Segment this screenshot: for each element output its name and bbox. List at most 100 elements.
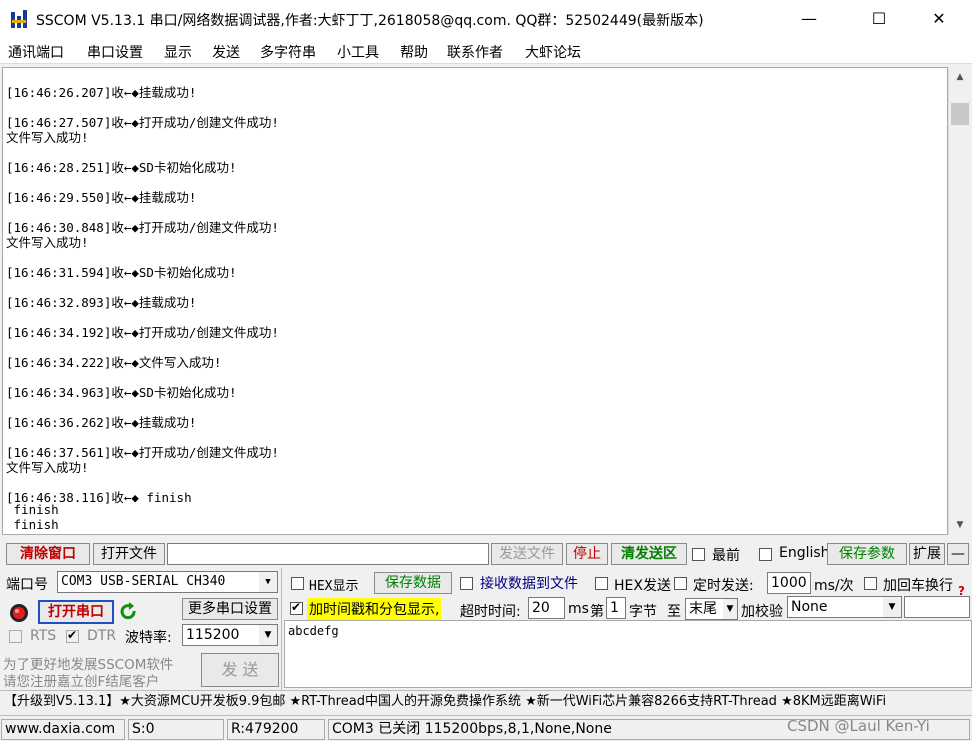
- open-file-button[interactable]: 打开文件: [93, 543, 165, 565]
- timeout-input[interactable]: 20: [528, 597, 565, 619]
- log-line: [16:46:31.594]收←◆SD卡初始化成功!: [6, 265, 237, 280]
- open-port-button[interactable]: 打开串口: [38, 600, 114, 624]
- log-scrollbar[interactable]: ▲ ▼: [948, 67, 970, 535]
- menu-tools[interactable]: 小工具: [337, 42, 379, 62]
- log-line: [16:46:34.192]收←◆打开成功/创建文件成功!: [6, 325, 279, 340]
- nth-byte-input[interactable]: 1: [606, 597, 626, 619]
- clear-send-button[interactable]: 清发送区: [611, 543, 687, 565]
- expand-button[interactable]: 扩展: [909, 543, 945, 565]
- log-line: 文件写入成功!: [6, 235, 89, 250]
- checksum-label: 加校验: [741, 604, 783, 620]
- hex-display-label: HEX显示: [309, 579, 359, 594]
- clear-window-button[interactable]: 清除窗口: [6, 543, 90, 565]
- close-button[interactable]: ✕: [916, 0, 962, 38]
- chevron-down-icon[interactable]: ▼: [259, 572, 277, 592]
- checksum-select[interactable]: None ▼: [787, 596, 902, 618]
- log-line: [16:46:34.222]收←◆文件写入成功!: [6, 355, 222, 370]
- hex-display-checkbox[interactable]: [291, 577, 304, 590]
- english-checkbox[interactable]: [759, 548, 772, 561]
- log-line: 文件写入成功!: [6, 460, 89, 475]
- log-line: [16:46:36.262]收←◆挂载成功!: [6, 415, 197, 430]
- timeout-unit: ms: [568, 601, 589, 617]
- add-crlf-label: 加回车换行: [883, 578, 953, 594]
- checksum-value: None: [791, 599, 828, 615]
- menu-comm-port[interactable]: 通讯端口: [8, 42, 64, 62]
- hex-send-label: HEX发送: [614, 578, 671, 594]
- scroll-down-icon[interactable]: ▼: [949, 515, 971, 535]
- timeout-label: 超时时间:: [460, 604, 521, 620]
- chevron-down-icon[interactable]: ▼: [723, 599, 737, 619]
- log-line: finish: [6, 502, 59, 517]
- log-line: finish: [6, 517, 59, 532]
- baud-value: 115200: [186, 627, 240, 643]
- refresh-icon[interactable]: [119, 602, 139, 622]
- send-textarea[interactable]: abcdefg: [284, 620, 972, 688]
- receive-log[interactable]: [16:46:26.207]收←◆挂载成功! [16:46:27.507]收←◆…: [2, 67, 948, 535]
- more-port-settings-button[interactable]: 更多串口设置: [182, 598, 278, 620]
- log-line: [16:46:29.550]收←◆挂载成功!: [6, 190, 197, 205]
- dtr-label: DTR: [87, 628, 117, 644]
- scroll-up-icon[interactable]: ▲: [949, 67, 971, 87]
- sscom-app-icon: [11, 10, 27, 28]
- send-button[interactable]: 发 送: [201, 653, 279, 687]
- save-data-button[interactable]: 保存数据: [374, 572, 452, 594]
- rts-label: RTS: [30, 628, 57, 644]
- port-status-indicator-icon: [10, 604, 28, 622]
- port-select[interactable]: COM3 USB-SERIAL CH340 ▼: [57, 571, 278, 593]
- end-value: 末尾: [689, 601, 717, 617]
- menu-forum[interactable]: 大虾论坛: [525, 42, 581, 62]
- recv-to-file-checkbox[interactable]: [460, 577, 473, 590]
- baud-select[interactable]: 115200 ▼: [182, 624, 278, 646]
- menu-bar: 通讯端口 串口设置 显示 发送 多字符串 小工具 帮助 联系作者 大虾论坛: [0, 38, 972, 64]
- website-link[interactable]: www.daxia.com: [1, 719, 125, 740]
- dtr-checkbox[interactable]: [66, 628, 79, 643]
- timed-send-checkbox[interactable]: [674, 577, 687, 590]
- send-file-button[interactable]: 发送文件: [491, 543, 563, 565]
- hex-send-checkbox[interactable]: [595, 577, 608, 590]
- checksum-extra-field[interactable]: [904, 596, 970, 618]
- file-path-input[interactable]: [167, 543, 489, 565]
- byte-label: 字节: [629, 604, 657, 620]
- scroll-thumb[interactable]: [951, 103, 969, 125]
- top-most-checkbox[interactable]: [692, 548, 705, 561]
- timestamp-label: 加时间戳和分包显示,: [307, 598, 442, 620]
- stop-button[interactable]: 停止: [566, 543, 608, 565]
- maximize-button[interactable]: ☐: [856, 0, 902, 38]
- log-line: [16:46:34.963]收←◆SD卡初始化成功!: [6, 385, 237, 400]
- title-bar: SSCOM V5.13.1 串口/网络数据调试器,作者:大虾丁丁,2618058…: [0, 0, 972, 38]
- timestamp-checkbox[interactable]: [290, 600, 303, 615]
- received-count: R:479200: [227, 719, 325, 740]
- minimize-button[interactable]: —: [786, 0, 832, 38]
- baud-label: 波特率:: [125, 630, 172, 646]
- interval-input[interactable]: 1000: [767, 572, 811, 594]
- promo-ticker[interactable]: 【升级到V5.13.1】★大资源MCU开发板9.9包邮 ★RT-Thread中国…: [0, 690, 972, 714]
- status-bar: www.daxia.com S:0 R:479200 COM3 已关闭 1152…: [0, 715, 972, 741]
- port-label: 端口号: [6, 577, 48, 593]
- log-line: [16:46:26.207]收←◆挂载成功!: [6, 85, 197, 100]
- to-label: 至: [667, 604, 681, 620]
- chevron-down-icon[interactable]: ▼: [259, 625, 277, 645]
- top-most-label: 最前: [712, 548, 740, 564]
- menu-help[interactable]: 帮助: [400, 42, 428, 62]
- csdn-watermark: CSDN @Laul Ken-Yi: [787, 717, 930, 735]
- rts-checkbox[interactable]: [9, 630, 22, 643]
- menu-multi-string[interactable]: 多字符串: [260, 42, 316, 62]
- chevron-down-icon[interactable]: ▼: [883, 597, 901, 617]
- end-select[interactable]: 末尾 ▼: [685, 598, 738, 620]
- log-line: [16:46:28.251]收←◆SD卡初始化成功!: [6, 160, 237, 175]
- port-value: COM3 USB-SERIAL CH340: [61, 574, 226, 589]
- send-text: abcdefg: [288, 624, 339, 638]
- collapse-button[interactable]: —: [947, 543, 969, 565]
- english-label: English: [779, 545, 830, 561]
- log-line: 文件写入成功!: [6, 130, 89, 145]
- interval-unit: ms/次: [814, 578, 854, 594]
- menu-display[interactable]: 显示: [164, 42, 192, 62]
- help-icon[interactable]: ?: [958, 584, 965, 598]
- menu-serial-settings[interactable]: 串口设置: [87, 42, 143, 62]
- window-title: SSCOM V5.13.1 串口/网络数据调试器,作者:大虾丁丁,2618058…: [36, 13, 704, 29]
- add-crlf-checkbox[interactable]: [864, 577, 877, 590]
- recv-to-file-label: 接收数据到文件: [480, 576, 578, 592]
- menu-contact-author[interactable]: 联系作者: [447, 42, 503, 62]
- menu-send[interactable]: 发送: [212, 42, 240, 62]
- save-params-button[interactable]: 保存参数: [827, 543, 907, 565]
